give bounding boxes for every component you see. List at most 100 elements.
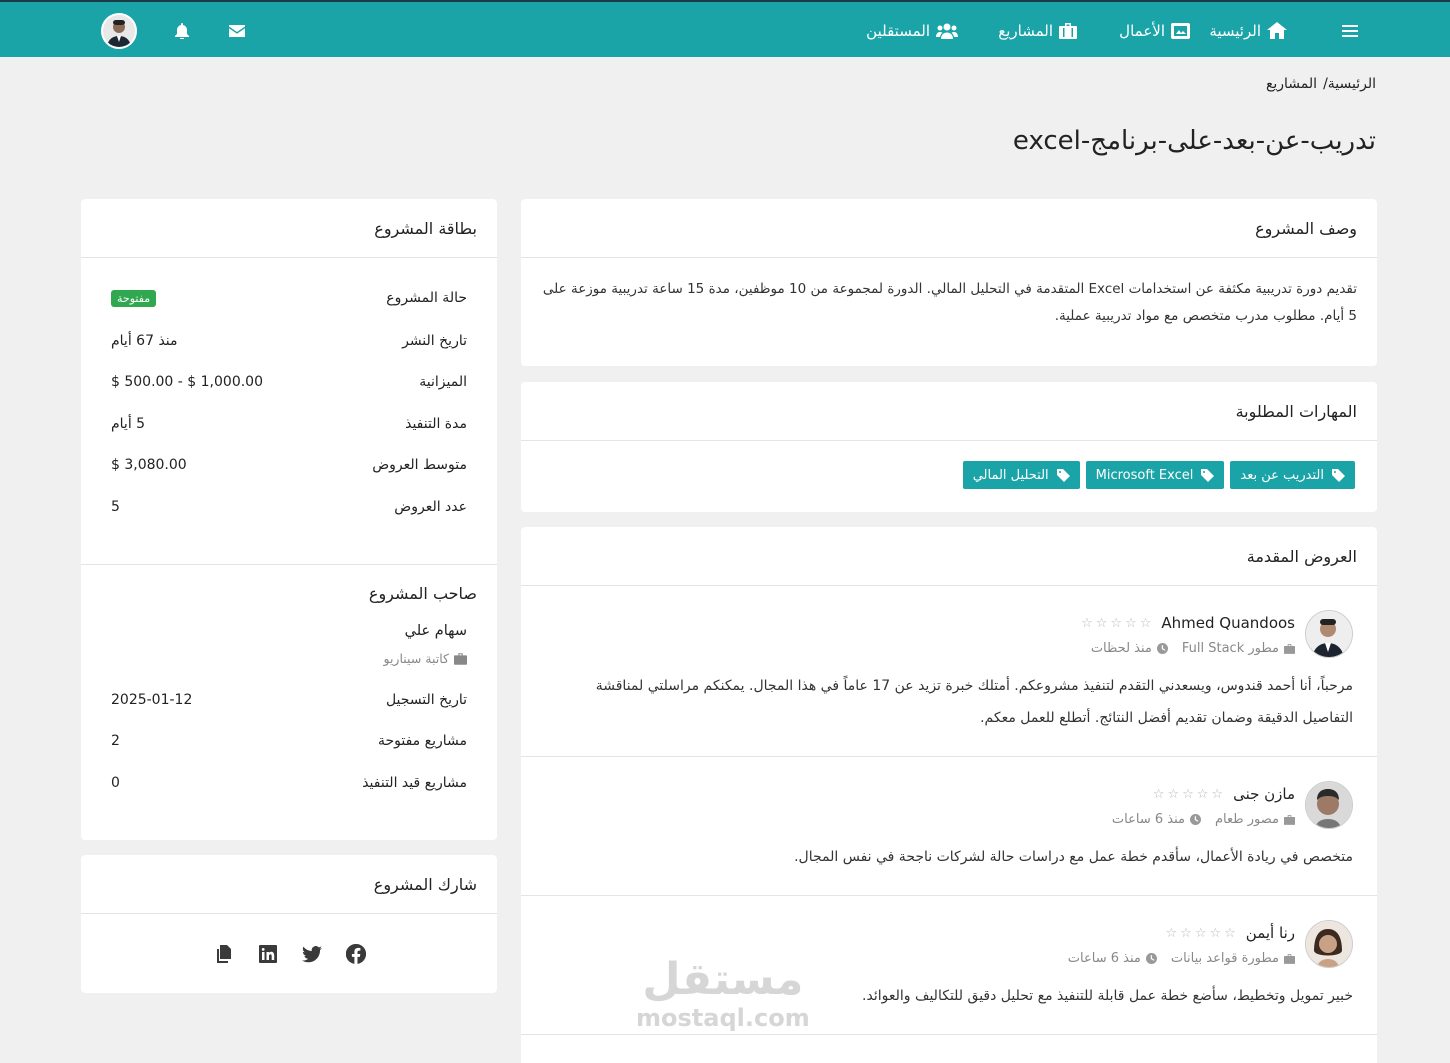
breadcrumb: الرئيسية/ المشاريع xyxy=(1266,76,1376,92)
project-card: بطاقة المشروع حالة المشروع مفتوحة تاريخ … xyxy=(81,199,497,840)
required-skills-card: المهارات المطلوبة التدريب عن بعد Microso… xyxy=(521,382,1377,512)
twitter-icon[interactable] xyxy=(301,943,323,965)
status-badge: مفتوحة xyxy=(111,290,157,307)
clock-icon xyxy=(1190,814,1201,825)
star-icon: ☆ xyxy=(1209,925,1222,941)
bids-count-row: عدد العروض 5 xyxy=(111,499,467,515)
registered-value: 2025-01-12 xyxy=(111,692,193,708)
open-projects-value: 2 xyxy=(111,733,120,749)
published-row: تاريخ النشر منذ 67 أيام xyxy=(111,333,467,349)
registered-row: تاريخ التسجيل 2025-01-12 xyxy=(111,692,467,708)
top-navbar: الرئيسية الأعمال المشاريع المستقلين xyxy=(0,0,1450,57)
avg-bids-row: متوسط العروض $ 3,080.00 xyxy=(111,457,467,473)
bidder-role: مطورة قواعد بيانات xyxy=(1170,951,1279,966)
nav-projects[interactable]: المشاريع xyxy=(998,2,1077,59)
bids-count-value: 5 xyxy=(111,499,120,515)
tag-icon xyxy=(1056,468,1070,482)
nav-works-label: الأعمال xyxy=(1119,21,1165,40)
star-icon: ☆ xyxy=(1125,615,1137,631)
watermark-logo: مستقل mostaql.com xyxy=(636,955,810,1032)
star-icon: ☆ xyxy=(1165,925,1178,941)
bidder-avatar[interactable] xyxy=(1305,781,1353,829)
menu-icon[interactable] xyxy=(1342,2,1358,59)
published-label: تاريخ النشر xyxy=(402,333,467,349)
nav-works[interactable]: الأعمال xyxy=(1119,2,1190,59)
owner-role: كاتبة سيناريو xyxy=(383,651,467,666)
mail-icon[interactable] xyxy=(229,2,245,59)
status-label: حالة المشروع xyxy=(386,290,467,306)
star-icon: ☆ xyxy=(1110,615,1123,631)
owner-name[interactable]: سهام علي xyxy=(405,623,467,639)
nav-freelancers[interactable]: المستقلين xyxy=(866,2,958,59)
published-value: منذ 67 أيام xyxy=(111,333,178,349)
bid-item: مازن جنى ☆ ☆ ☆ ☆ ☆ مصور طعام منذ 6 ساعات متخ… xyxy=(521,757,1377,896)
open-projects-label: مشاريع مفتوحة xyxy=(377,733,467,749)
bid-item: Ahmed Quandoos ☆ ☆ ☆ ☆ ☆ مطور Full Stack منذ… xyxy=(521,586,1377,757)
share-heading: شارك المشروع xyxy=(81,855,497,914)
linkedin-icon[interactable] xyxy=(257,943,279,965)
status-row: حالة المشروع مفتوحة xyxy=(111,290,467,307)
nav-home-label: الرئيسية xyxy=(1209,21,1261,40)
breadcrumb-current[interactable]: المشاريع xyxy=(1266,76,1317,92)
bidder-avatar[interactable] xyxy=(1305,610,1353,658)
duration-value: 5 أيام xyxy=(111,416,146,432)
breadcrumb-home[interactable]: الرئيسية/ xyxy=(1323,76,1376,92)
open-projects-row: مشاريع مفتوحة 2 xyxy=(111,733,467,749)
briefcase-icon xyxy=(1284,953,1295,964)
description-heading: وصف المشروع xyxy=(521,199,1377,258)
image-icon xyxy=(1171,22,1190,39)
tag-icon xyxy=(1332,468,1345,482)
nav-home[interactable]: الرئيسية xyxy=(1209,2,1287,59)
bidder-avatar[interactable] xyxy=(1305,920,1353,968)
clock-icon xyxy=(1145,953,1157,964)
bids-heading: العروض المقدمة xyxy=(521,527,1377,586)
star-icon: ☆ xyxy=(1182,786,1194,802)
bid-time: منذ لحظات xyxy=(1090,641,1152,656)
skill-tag-label: التدريب عن بعد xyxy=(1240,467,1324,483)
owner-role-label: كاتبة سيناريو xyxy=(383,651,450,666)
star-icon: ☆ xyxy=(1152,786,1165,802)
rating-stars: ☆ ☆ ☆ ☆ ☆ xyxy=(1153,787,1223,802)
in-progress-row: مشاريع قيد التنفيذ 0 xyxy=(111,775,467,791)
bid-time: منذ 6 ساعات xyxy=(1111,812,1185,827)
star-icon: ☆ xyxy=(1081,615,1093,631)
home-icon xyxy=(1267,22,1287,39)
divider xyxy=(81,564,497,565)
skill-tag-label: Microsoft Excel xyxy=(1095,467,1194,483)
registered-label: تاريخ التسجيل xyxy=(385,692,467,708)
bell-icon[interactable] xyxy=(175,2,189,59)
skill-tag[interactable]: Microsoft Excel xyxy=(1085,461,1225,489)
copy-icon[interactable] xyxy=(213,943,235,965)
skill-tag[interactable]: التحليل المالي xyxy=(962,461,1080,489)
bid-text: متخصص في ريادة الأعمال، سأقدم خطة عمل مع… xyxy=(794,849,1353,865)
watermark-en: mostaql.com xyxy=(636,1004,810,1032)
page-title: تدريب-عن-بعد-على-برنامج-excel xyxy=(1012,126,1376,156)
budget-value: $ 500.00 - $ 1,000.00 xyxy=(111,374,263,390)
project-card-heading: بطاقة المشروع xyxy=(81,199,497,258)
avg-bids-label: متوسط العروض xyxy=(372,457,467,473)
briefcase-icon xyxy=(454,652,467,665)
rating-stars: ☆ ☆ ☆ ☆ ☆ xyxy=(1166,926,1236,941)
bidder-role: مطور Full Stack xyxy=(1181,641,1279,656)
star-icon: ☆ xyxy=(1196,786,1209,802)
skill-tag[interactable]: التدريب عن بعد xyxy=(1230,461,1355,489)
facebook-icon[interactable] xyxy=(345,943,367,965)
bidder-name[interactable]: رنا أيمن xyxy=(1246,924,1295,942)
tag-icon xyxy=(1201,468,1215,482)
briefcase-icon xyxy=(1059,22,1077,39)
user-avatar[interactable] xyxy=(101,13,137,49)
star-icon: ☆ xyxy=(1180,925,1192,941)
in-progress-value: 0 xyxy=(111,775,120,791)
nav-freelancers-label: المستقلين xyxy=(866,21,930,40)
owner-heading: صاحب المشروع xyxy=(368,584,477,603)
bidder-name[interactable]: Ahmed Quandoos xyxy=(1161,614,1295,632)
bidder-name[interactable]: مازن جنى xyxy=(1233,785,1295,803)
bids-count-label: عدد العروض xyxy=(394,499,467,515)
briefcase-icon xyxy=(1284,814,1295,825)
duration-label: مدة التنفيذ xyxy=(405,416,467,432)
briefcase-icon xyxy=(1284,643,1295,654)
duration-row: مدة التنفيذ 5 أيام xyxy=(111,416,467,432)
budget-row: الميزانية $ 500.00 - $ 1,000.00 xyxy=(111,374,467,390)
star-icon: ☆ xyxy=(1194,925,1207,941)
star-icon: ☆ xyxy=(1095,615,1108,631)
